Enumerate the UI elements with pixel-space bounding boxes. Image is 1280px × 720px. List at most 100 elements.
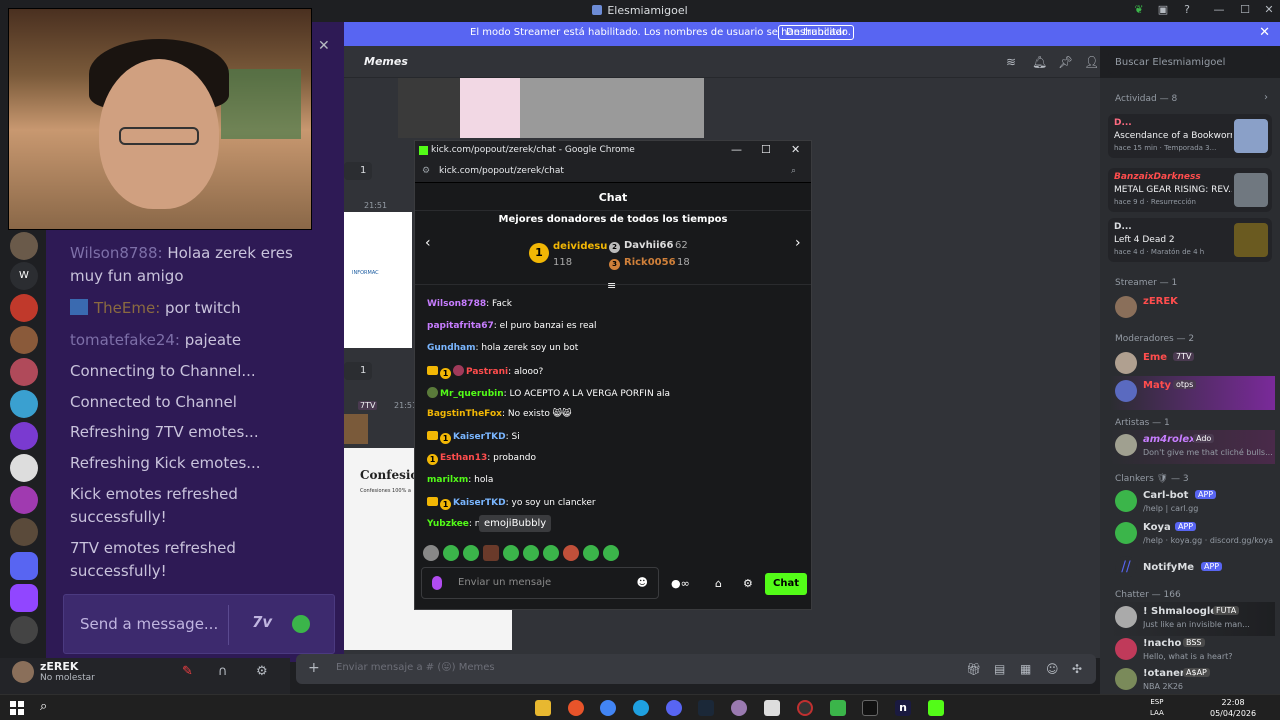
member-row[interactable]: ! Shmaloogle FUTA Just like an invisible… [1110, 602, 1275, 636]
chevron-right-icon[interactable]: › [795, 235, 801, 251]
start-icon[interactable] [10, 701, 24, 715]
add-attachment-icon[interactable]: + [308, 660, 320, 676]
clock[interactable]: 22:08 05/04/2026 [1210, 697, 1256, 719]
notion-icon[interactable]: n [895, 700, 911, 716]
member-row[interactable]: !nacho BSS Hello, what is a heart? [1110, 634, 1275, 668]
app-icon[interactable] [830, 700, 846, 716]
gear-icon[interactable]: ⚙ [743, 577, 753, 590]
message-image[interactable] [344, 414, 368, 444]
file-explorer-icon[interactable] [535, 700, 551, 716]
emote-icon[interactable] [603, 545, 619, 561]
server-icon[interactable] [10, 518, 38, 546]
inbox-icon[interactable]: ▣ [1156, 3, 1170, 17]
headphones-icon[interactable]: ∩ [218, 664, 228, 679]
maximize-icon[interactable]: ☐ [761, 143, 771, 156]
server-icon[interactable] [10, 422, 38, 450]
document-preview[interactable]: INFORMAC [344, 212, 412, 348]
sticker-icon[interactable]: ▦ [1020, 662, 1031, 676]
chrome-icon[interactable] [600, 700, 616, 716]
emote-icon[interactable] [563, 545, 579, 561]
twitch-icon[interactable] [10, 584, 38, 612]
mic-icon[interactable] [432, 576, 442, 590]
close-icon[interactable]: ✕ [318, 38, 330, 54]
minimize-icon[interactable]: — [1212, 3, 1226, 17]
emote-icon[interactable] [292, 615, 310, 633]
member-row[interactable]: Koya APP /help · koya.gg · discord.gg/ko… [1110, 518, 1275, 552]
leaf-icon[interactable]: ❦ [1132, 3, 1146, 17]
emote-icon[interactable] [543, 545, 559, 561]
member-row[interactable]: // NotifyMe APP [1110, 552, 1275, 586]
disable-button[interactable]: Deshabilitar [778, 25, 855, 40]
site-info-icon[interactable]: ⚙ [422, 166, 430, 176]
store-icon[interactable]: ⌂ [715, 577, 722, 590]
emote-icon[interactable] [483, 545, 499, 561]
message-image[interactable] [398, 78, 460, 138]
obs-icon[interactable] [797, 700, 813, 716]
language-indicator[interactable]: ESP LAA [1150, 697, 1164, 719]
member-row[interactable]: Carl-bot APP /help | carl.gg [1110, 486, 1275, 520]
server-icon[interactable] [10, 232, 38, 260]
maximize-icon[interactable]: ☐ [1238, 3, 1252, 17]
server-icon[interactable] [10, 358, 38, 386]
emote-icon[interactable] [583, 545, 599, 561]
app-icon[interactable] [731, 700, 747, 716]
message-input[interactable]: + Enviar mensaje a # (😛) Memes 🎁︎ ▤ ▦ ☺ … [296, 654, 1096, 684]
address-bar[interactable]: ⚙ kick.com/popout/zerek/chat ⌕ [415, 161, 811, 183]
close-icon[interactable]: ✕ [1259, 25, 1270, 40]
folder-icon[interactable] [10, 552, 38, 580]
emote-icon[interactable] [423, 545, 439, 561]
emoji-icon[interactable]: ☻ [637, 576, 648, 589]
emote-icon[interactable] [463, 545, 479, 561]
server-icon[interactable]: W [10, 262, 38, 290]
kick-icon[interactable] [928, 700, 944, 716]
server-icon[interactable] [10, 294, 38, 322]
overlay-message-input[interactable]: Send a message... 7v [63, 594, 335, 654]
emote-icon[interactable] [523, 545, 539, 561]
member-row[interactable]: zEREK [1110, 292, 1275, 326]
mic-muted-icon[interactable]: ✎ [182, 664, 193, 679]
app-icon[interactable] [764, 700, 780, 716]
close-icon[interactable]: ✕ [791, 143, 800, 156]
discord-icon[interactable] [666, 700, 682, 716]
chevron-right-icon[interactable]: › [1264, 92, 1268, 103]
avatar[interactable] [12, 661, 34, 683]
search-icon[interactable]: ⌕ [40, 699, 47, 714]
reaction[interactable]: 1 [344, 162, 372, 180]
message-image[interactable] [460, 78, 520, 138]
search-input[interactable]: Buscar Elesmiamigoel [1108, 52, 1268, 74]
member-row[interactable]: !otaner A$AP NBA 2K26 [1110, 664, 1275, 698]
gear-icon[interactable]: ⚙ [256, 664, 268, 679]
apps-icon[interactable]: ✣ [1072, 662, 1082, 676]
send-chat-button[interactable]: Chat [765, 573, 807, 595]
steam-icon[interactable] [698, 700, 714, 716]
chevron-left-icon[interactable]: ‹ [425, 235, 431, 251]
gif-icon[interactable]: ▤ [994, 662, 1005, 676]
server-icon[interactable] [10, 390, 38, 418]
server-icon[interactable] [10, 454, 38, 482]
firefox-icon[interactable] [568, 700, 584, 716]
emote-icon[interactable] [503, 545, 519, 561]
zoom-icon[interactable]: ⌕ [791, 166, 796, 176]
edge-icon[interactable] [633, 700, 649, 716]
close-icon[interactable]: ✕ [1262, 3, 1276, 17]
member-row[interactable]: Maty otps [1110, 376, 1275, 410]
activity-card[interactable]: BanzaixDarkness METAL GEAR RISING: REV..… [1108, 168, 1272, 212]
filter-icon[interactable]: ≡ [607, 279, 616, 292]
chat-input[interactable]: Enviar un mensaje ☻ [421, 567, 659, 599]
threads-icon[interactable]: ≋ [1004, 55, 1018, 69]
activity-card[interactable]: D... Ascendance of a Bookworm hace 15 mi… [1108, 114, 1272, 158]
gift-icon[interactable]: 🎁︎ [966, 662, 981, 676]
help-icon[interactable]: ? [1180, 3, 1194, 17]
members-icon[interactable]: 👤︎ [1084, 55, 1099, 69]
member-row[interactable]: am4rolex Ado Don't give me that cliché b… [1110, 430, 1275, 464]
reaction[interactable]: 1 [344, 362, 372, 380]
bell-icon[interactable]: 🔔︎ [1032, 55, 1047, 69]
minimize-icon[interactable]: — [731, 143, 742, 156]
emote-icon[interactable] [443, 545, 459, 561]
terminal-icon[interactable] [862, 700, 878, 716]
server-icon[interactable] [10, 486, 38, 514]
pin-icon[interactable]: 📌︎ [1058, 55, 1073, 69]
message-image[interactable] [520, 78, 704, 138]
activity-card[interactable]: D... Left 4 Dead 2 hace 4 d · Maratón de… [1108, 218, 1272, 262]
emoji-icon[interactable]: ☺ [1046, 662, 1059, 676]
